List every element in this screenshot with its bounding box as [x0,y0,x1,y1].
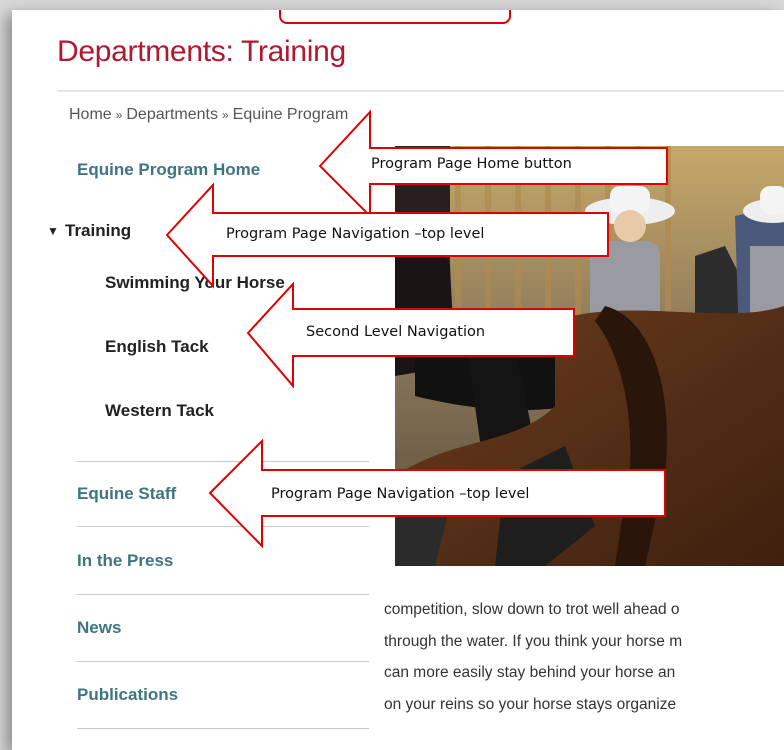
nav-divider [77,526,369,527]
riders-photo [395,146,784,566]
callout-label-top-nav-2: Program Page Navigation –top level [271,486,530,502]
callout-label-home: Program Page Home button [371,156,572,172]
nav-divider [77,461,369,462]
nav-divider [77,594,369,595]
annotation-frame-top [279,10,511,24]
sidebar-item-training[interactable]: Training [65,221,131,241]
sidebar-item-equine-staff[interactable]: Equine Staff [77,484,176,504]
sidebar-item-news[interactable]: News [77,618,121,638]
breadcrumb-separator: » [221,108,229,122]
article-line: competition, slow down to trot well ahea… [384,601,680,618]
browser-page: Departments: Training Home» Departments» E… [12,10,784,750]
breadcrumb-separator: » [115,108,123,122]
breadcrumb-equine-program[interactable]: Equine Program [233,106,349,123]
sidebar-item-equine-program-home[interactable]: Equine Program Home [77,160,260,180]
callout-label-second-nav: Second Level Navigation [306,324,486,340]
article-line: through the water. If you think your hor… [384,632,683,650]
sidebar-subitem-english-tack[interactable]: English Tack [105,337,209,357]
page-title: Departments: Training [57,35,346,68]
sidebar-subitem-western-tack[interactable]: Western Tack [105,401,214,421]
caret-down-icon: ▼ [47,224,59,238]
nav-divider [77,728,369,729]
sidebar-item-publications[interactable]: Publications [77,685,178,705]
nav-divider [77,661,369,662]
breadcrumb-departments[interactable]: Departments [126,106,218,123]
breadcrumb: Home» Departments» Equine Program [69,106,348,124]
title-divider [57,90,784,92]
callout-label-top-nav: Program Page Navigation –top level [226,226,485,242]
sidebar-subitem-swimming[interactable]: Swimming Your Horse [105,273,285,293]
article-line: can more easily stay behind your horse a… [384,664,676,681]
article-line: on your reins so your horse stays organi… [384,695,677,713]
sidebar-item-in-the-press[interactable]: In the Press [77,551,173,571]
article-body: competition, slow down to trot well ahea… [384,594,784,720]
breadcrumb-home[interactable]: Home [69,106,112,123]
